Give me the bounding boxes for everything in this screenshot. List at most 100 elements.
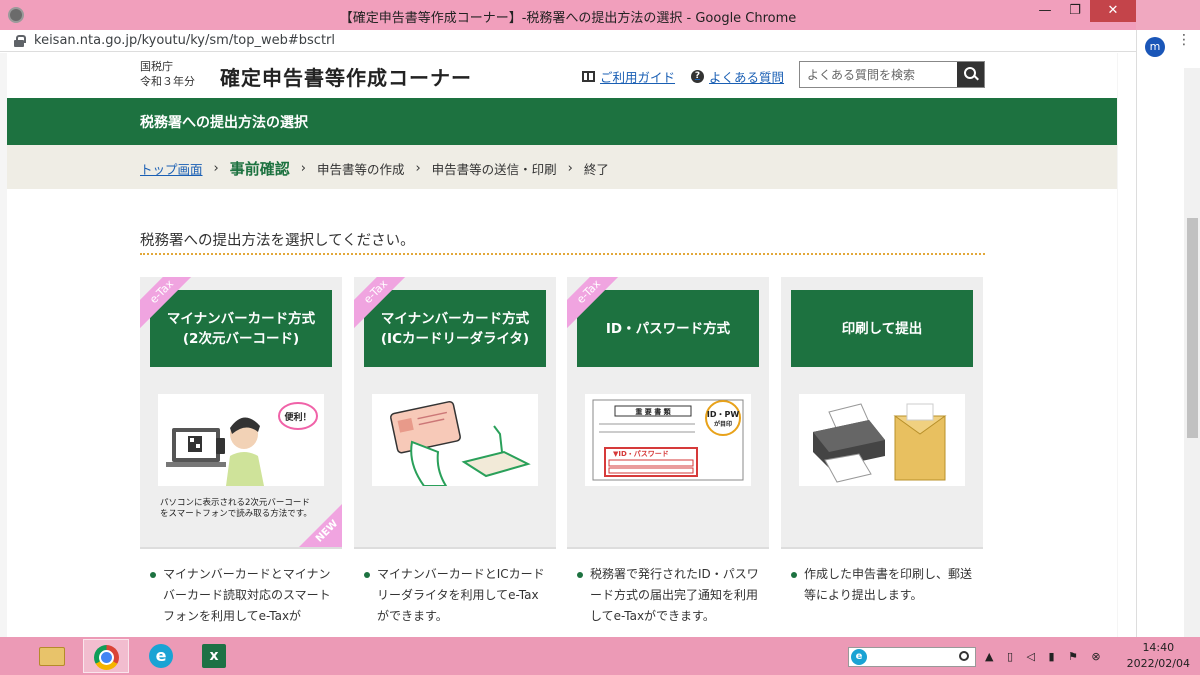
description-text: マイナンバーカードとICカードリーダライタを利用してe-Taxができます。 bbox=[377, 567, 545, 623]
card-title[interactable]: 印刷して提出 bbox=[791, 290, 973, 367]
avatar[interactable]: m bbox=[1145, 37, 1165, 57]
taskbar-chrome[interactable] bbox=[83, 639, 129, 673]
maximize-button[interactable]: ❐ bbox=[1060, 0, 1090, 22]
id-password-label: ▼ID・パスワード bbox=[613, 449, 669, 458]
more-menu-icon[interactable]: ⋮ bbox=[1177, 33, 1191, 47]
page-title: 税務署への提出方法の選択 bbox=[140, 115, 308, 131]
card-title[interactable]: マイナンバーカード方式 (ICカードリーダライタ) bbox=[364, 290, 546, 367]
illustration-svg: 便利！ bbox=[166, 402, 318, 486]
taskbar-explorer[interactable] bbox=[29, 639, 75, 673]
card-title-line1: マイナンバーカード方式 bbox=[380, 310, 530, 327]
illustration-svg bbox=[390, 400, 531, 486]
page-content: 国税庁 令和３年分 確定申告書等作成コーナー ご利用ガイド ? よくある質問 税… bbox=[7, 53, 1117, 637]
taskbar-ie[interactable]: e bbox=[137, 639, 183, 673]
option-description: 作成した申告書を印刷し、郵送等により提出します。 bbox=[781, 547, 983, 606]
guide-link[interactable]: ご利用ガイド bbox=[582, 67, 675, 86]
card-title-line2: (ICカードリーダライタ) bbox=[380, 330, 530, 347]
faq-search-input[interactable] bbox=[800, 62, 955, 87]
window-controls: — ❐ ✕ bbox=[1030, 0, 1136, 22]
illustration-svg: 重 要 書 類 ▼ID・パスワード ID・PW が目印 bbox=[592, 399, 744, 481]
description-text: マイナンバーカードとマイナンバーカード読取対応のスマートフォンを利用してe-Ta… bbox=[163, 567, 331, 623]
page-viewport: 国税庁 令和３年分 確定申告書等作成コーナー ご利用ガイド ? よくある質問 税… bbox=[0, 53, 1118, 637]
option-description: マイナンバーカードとマイナンバーカード読取対応のスマートフォンを利用してe-Ta… bbox=[140, 547, 342, 627]
card-caption: パソコンに表示される2次元バーコード をスマートフォンで読み取る方法です。 bbox=[160, 498, 312, 520]
card-title-line2: (2次元バーコード) bbox=[182, 330, 300, 347]
page-banner: 税務署への提出方法の選択 bbox=[7, 98, 1117, 145]
convenient-label: 便利！ bbox=[284, 411, 311, 423]
breadcrumb-step-send: 申告書等の送信・印刷 bbox=[431, 162, 557, 177]
card-title-line1: 印刷して提出 bbox=[841, 320, 923, 337]
clock-date: 2022/02/04 bbox=[1126, 657, 1190, 670]
ic-reader-illustration bbox=[372, 394, 538, 486]
breadcrumb-separator: › bbox=[567, 161, 573, 176]
card-title-line1: マイナンバーカード方式 bbox=[166, 310, 316, 327]
ie-icon: e bbox=[149, 644, 173, 668]
caption-line1: パソコンに表示される2次元バーコード bbox=[160, 498, 310, 508]
taskbar: e x e ▲ ▯ ◁ ▮ ⚑ ⊗ 14:40 2022/02/04 bbox=[0, 637, 1200, 675]
question-icon: ? bbox=[691, 70, 704, 83]
close-button[interactable]: ✕ bbox=[1090, 0, 1136, 22]
option-card-print[interactable]: 印刷して提出 bbox=[781, 277, 983, 547]
faq-link-label: よくある質問 bbox=[709, 70, 785, 85]
option-card-id-password[interactable]: ID・パスワード方式 e-Tax 重 要 書 類 ▼ID・パスワード ID・PW… bbox=[567, 277, 769, 547]
site-title: 確定申告書等作成コーナー bbox=[220, 66, 472, 90]
system-tray-icons[interactable]: ▲ ▯ ◁ ▮ ⚑ ⊗ bbox=[985, 650, 1106, 663]
breadcrumb-list: トップ画面 › 事前確認 › 申告書等の作成 › 申告書等の送信・印刷 › 終了 bbox=[140, 158, 609, 179]
bullet-icon bbox=[791, 572, 797, 578]
bullet-icon bbox=[364, 572, 370, 578]
instruction-text: 税務署への提出方法を選択してください。 bbox=[140, 233, 415, 249]
address-bar[interactable]: keisan.nta.go.jp/kyoutu/ky/sm/top_web#bs… bbox=[0, 30, 1136, 52]
description-text: 作成した申告書を印刷し、郵送等により提出します。 bbox=[804, 567, 973, 602]
minimize-button[interactable]: — bbox=[1030, 0, 1060, 22]
card-title[interactable]: ID・パスワード方式 bbox=[577, 290, 759, 367]
book-icon bbox=[582, 71, 595, 82]
id-password-notice-illustration: 重 要 書 類 ▼ID・パスワード ID・PW が目印 bbox=[585, 394, 751, 486]
option-card-mynumber-qr[interactable]: マイナンバーカード方式 (2次元バーコード) e-Tax 便利！ パソコンに表示… bbox=[140, 277, 342, 547]
important-doc-label: 重 要 書 類 bbox=[635, 407, 671, 416]
title-bar: 【確定申告書等作成コーナー】-税務署への提出方法の選択 - Google Chr… bbox=[0, 0, 1136, 30]
org-label: 国税庁 令和３年分 bbox=[140, 59, 195, 89]
badge-line1: ID・PW bbox=[707, 410, 739, 419]
bullet-icon bbox=[150, 572, 156, 578]
description-text: 税務署で発行されたID・パスワード方式の届出完了通知を利用してe-Taxができま… bbox=[590, 567, 759, 623]
breadcrumb-step-create: 申告書等の作成 bbox=[316, 162, 405, 177]
excel-icon: x bbox=[202, 644, 226, 668]
guide-link-label: ご利用ガイド bbox=[600, 70, 676, 85]
folder-icon bbox=[39, 647, 65, 666]
printer-envelope-illustration bbox=[799, 394, 965, 486]
search-icon bbox=[959, 651, 969, 661]
breadcrumb-current: 事前確認 bbox=[229, 160, 290, 178]
breadcrumb-separator: › bbox=[213, 161, 219, 176]
url-text[interactable]: keisan.nta.go.jp/kyoutu/ky/sm/top_web#bs… bbox=[34, 33, 335, 48]
taskbar-excel[interactable]: x bbox=[191, 639, 237, 673]
illustration-svg bbox=[813, 403, 947, 483]
lock-icon bbox=[14, 35, 26, 47]
tax-year: 令和３年分 bbox=[140, 75, 195, 88]
breadcrumb: トップ画面 › 事前確認 › 申告書等の作成 › 申告書等の送信・印刷 › 終了 bbox=[7, 145, 1117, 189]
side-scroll-thumb[interactable] bbox=[1187, 218, 1198, 438]
smartphone-qr-illustration: 便利！ bbox=[158, 394, 324, 486]
search-button[interactable] bbox=[957, 62, 984, 87]
org-name: 国税庁 bbox=[140, 60, 173, 73]
clock-time: 14:40 bbox=[1142, 641, 1175, 654]
card-title[interactable]: マイナンバーカード方式 (2次元バーコード) bbox=[150, 290, 332, 367]
breadcrumb-separator: › bbox=[415, 161, 421, 176]
chrome-icon bbox=[94, 645, 119, 670]
faq-search bbox=[799, 61, 985, 88]
site-header: 国税庁 令和３年分 確定申告書等作成コーナー ご利用ガイド ? よくある質問 bbox=[7, 53, 1117, 98]
bullet-icon bbox=[577, 572, 583, 578]
clock[interactable]: 14:40 2022/02/04 bbox=[1127, 640, 1190, 672]
breadcrumb-separator: › bbox=[300, 161, 306, 176]
option-description: マイナンバーカードとICカードリーダライタを利用してe-Taxができます。 bbox=[354, 547, 556, 627]
option-card-mynumber-ic[interactable]: マイナンバーカード方式 (ICカードリーダライタ) e-Tax bbox=[354, 277, 556, 547]
adjacent-window: m ⋮ bbox=[1136, 30, 1200, 637]
dotted-divider bbox=[140, 253, 985, 255]
caption-line2: をスマートフォンで読み取る方法です。 bbox=[160, 509, 312, 519]
breadcrumb-top[interactable]: トップ画面 bbox=[140, 159, 203, 178]
card-title-line1: ID・パスワード方式 bbox=[605, 320, 731, 337]
faq-link[interactable]: ? よくある質問 bbox=[691, 67, 784, 86]
badge-line2: が目印 bbox=[714, 420, 732, 428]
ie-search-icon: e bbox=[851, 649, 867, 665]
taskbar-search[interactable]: e bbox=[848, 647, 976, 667]
side-scrollbar[interactable] bbox=[1184, 68, 1200, 637]
